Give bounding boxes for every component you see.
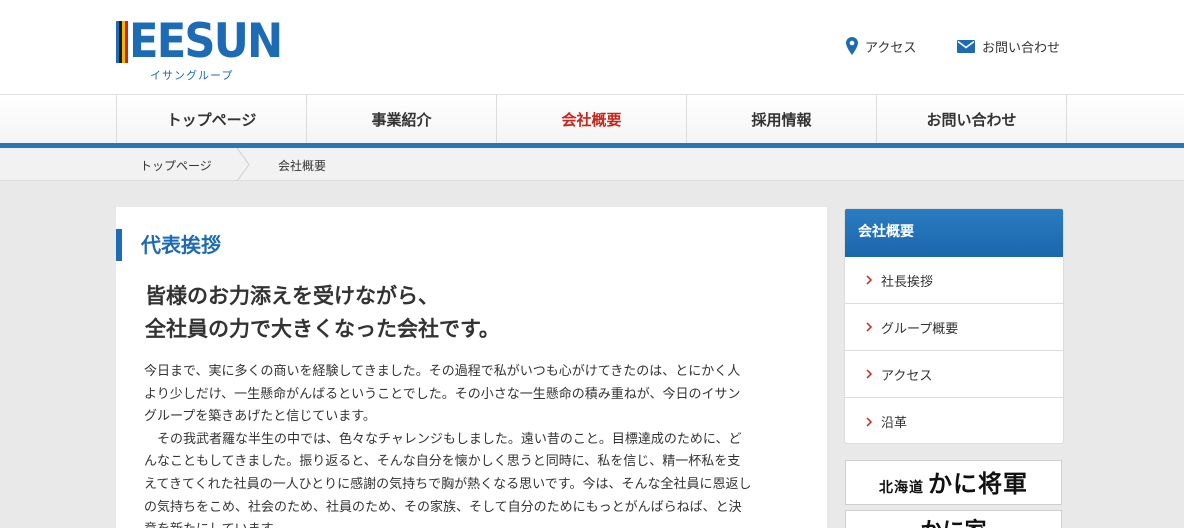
map-pin-icon (846, 37, 858, 55)
sidebar-item-label: グループ概要 (881, 321, 959, 337)
chevron-right-icon (866, 369, 873, 379)
section-title: 代表挨拶 (116, 229, 221, 261)
sidebar-item-label: 社長挨拶 (881, 274, 934, 290)
breadcrumb-home[interactable]: トップページ (140, 157, 212, 174)
nav-item-top[interactable]: トップページ (117, 95, 307, 144)
header-contact-link[interactable]: お問い合わせ (957, 36, 1060, 56)
site-logo[interactable]: EESUN イサングループ (116, 16, 283, 84)
lead-heading: 皆様のお力添えを受けながら、 全社員の力で大きくなった会社です。 (145, 279, 805, 345)
nav-item-company[interactable]: 会社概要 (497, 95, 687, 149)
breadcrumb-current: 会社概要 (278, 159, 327, 173)
sidebar-item-label: 沿革 (881, 416, 908, 431)
body-line: 今日まで、実に多くの商いを経験してきました。その過程で私がいつも心がけてきたのは… (144, 364, 741, 379)
sidebar-item-access[interactable]: アクセス (845, 351, 1063, 398)
sidebar-item-group[interactable]: グループ概要 (845, 304, 1063, 351)
chevron-right-icon (866, 322, 873, 332)
body-line: その我武者羅な半生の中では、色々なチャレンジもしました。遠い昔のこと。目標達成の… (144, 431, 742, 447)
contact-label: お問い合わせ (982, 40, 1061, 56)
body-line: の気持ちをこめ、社会のため、社員のため、その家族、そして自分のためにもっとがんば… (144, 499, 742, 515)
nav-item-contact[interactable]: お問い合わせ (877, 95, 1067, 144)
sidebar-item-history[interactable]: 沿革 (845, 398, 1063, 443)
sidebar-item-label: アクセス (881, 368, 933, 384)
body-line: えてきてくれた社員の一人ひとりに感謝の気持ちで胸が熱くなる思いです。今は、そんな… (144, 476, 752, 492)
logo-stripes (116, 21, 128, 63)
banner-small-text: 北海道 (879, 480, 924, 496)
logo-wordmark: EESUN (129, 14, 283, 69)
access-label: アクセス (865, 40, 917, 56)
kani-shogun-banner[interactable]: 北海道 かに将軍 (845, 460, 1062, 505)
main-content: 代表挨拶 皆様のお力添えを受けながら、 全社員の力で大きくなった会社です。 今日… (116, 207, 827, 528)
banner-main-text: かに家 (846, 513, 1061, 528)
body-line: 意を新たにしています。 (144, 519, 804, 528)
breadcrumb: トップページ 会社概要 (0, 148, 1184, 181)
kaniya-banner[interactable]: かに家 (845, 510, 1062, 528)
mail-icon (957, 39, 975, 53)
global-nav: トップページ 事業紹介 会社概要 採用情報 お問い合わせ (0, 94, 1184, 149)
chevron-right-icon (866, 275, 873, 285)
sidebar-menu: 会社概要 社長挨拶 グループ概要 アクセス 沿革 (844, 208, 1064, 444)
lead-line: 全社員の力で大きくなった会社です。 (145, 316, 500, 341)
body-line: んなこともしてきました。振り返ると、そんな自分を懐かしく思うと同時に、私を信じ、… (144, 454, 741, 470)
header-access-link[interactable]: アクセス (846, 36, 916, 56)
site-header: EESUN イサングループ アクセス お問い合わせ (0, 0, 1184, 94)
banner-logo-text: 北海道 かに将軍 (846, 461, 1061, 504)
banner-main-text: かに将軍 (928, 469, 1028, 498)
chevron-right-icon (866, 416, 873, 427)
sidebar-item-greeting[interactable]: 社長挨拶 (845, 257, 1063, 304)
logo-subtitle: イサングループ (150, 69, 234, 82)
breadcrumb-separator-icon (236, 148, 250, 181)
body-line: グループを築きあげたと信じています。 (144, 409, 376, 425)
lead-line: 皆様のお力添えを受けながら、 (145, 283, 439, 308)
nav-item-business[interactable]: 事業紹介 (307, 95, 497, 144)
nav-item-recruit[interactable]: 採用情報 (687, 95, 877, 144)
sidebar-title[interactable]: 会社概要 (845, 209, 1063, 257)
body-line: より少しだけ、一生懸命がんばるということでした。その小さな一生懸命の積み重ねが、… (144, 386, 741, 402)
message-body: 今日まで、実に多くの商いを経験してきました。その過程で私がいつも心がけてきたのは… (144, 361, 804, 528)
